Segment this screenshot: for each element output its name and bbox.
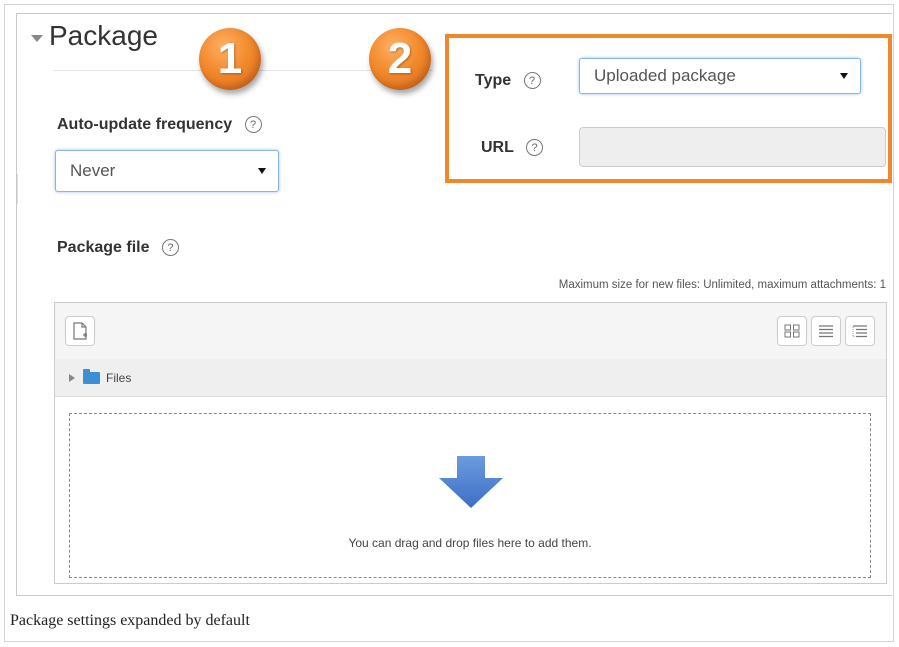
screenshot-panel: Package 1 2 Type ? Uploaded package URL … [16,13,892,596]
view-icons-button[interactable] [777,316,807,346]
left-edge-marker [17,174,22,204]
collapse-toggle-icon[interactable] [31,34,43,42]
url-label-row: URL ? [481,139,544,157]
step-badge-1: 1 [199,28,261,90]
autoupdate-label-row: Auto-update frequency ? [57,116,262,134]
expand-arrow-icon[interactable] [69,373,75,382]
type-help-icon[interactable]: ? [523,72,541,90]
type-label: Type [475,72,512,89]
url-help-icon[interactable]: ? [526,139,544,157]
add-file-button[interactable] [65,316,95,346]
files-path-label: Files [106,370,132,385]
step-badge-2: 2 [369,28,431,90]
drop-hint-text: You can drag and drop files here to add … [348,536,592,550]
figure-caption: Package settings expanded by default [10,612,250,629]
view-details-button[interactable] [811,316,841,346]
package-file-help-icon[interactable]: ? [161,239,179,257]
autoupdate-select[interactable]: Never [55,150,279,192]
view-tree-icon [852,325,867,338]
autoupdate-label: Auto-update frequency [57,116,233,133]
file-picker: Files You can drag and drop files here t… [54,302,887,584]
autoupdate-help-icon[interactable]: ? [244,116,262,134]
type-select[interactable]: Uploaded package [579,58,861,94]
add-file-icon [73,322,87,340]
autoupdate-select-value: Never [70,161,116,180]
package-file-label: Package file [57,239,150,256]
section-legend[interactable]: Package [31,20,158,52]
file-picker-path-bar[interactable]: Files [55,359,886,397]
view-details-icon [819,325,833,338]
section-title: Package [49,20,158,51]
view-icons-icon [784,324,800,338]
type-label-row: Type ? [475,72,541,90]
drop-arrow-icon [439,456,503,508]
type-dropdown-icon [840,73,848,79]
package-file-label-row: Package file ? [57,239,179,257]
url-label: URL [481,139,514,156]
file-picker-toolbar [55,303,886,360]
max-size-note: Maximum size for new files: Unlimited, m… [558,279,886,291]
folder-icon [83,368,100,384]
view-tree-button[interactable] [845,316,875,346]
type-select-value: Uploaded package [594,66,736,85]
autoupdate-dropdown-icon [258,168,266,174]
drop-zone[interactable]: You can drag and drop files here to add … [69,413,871,578]
url-input[interactable] [579,127,886,167]
